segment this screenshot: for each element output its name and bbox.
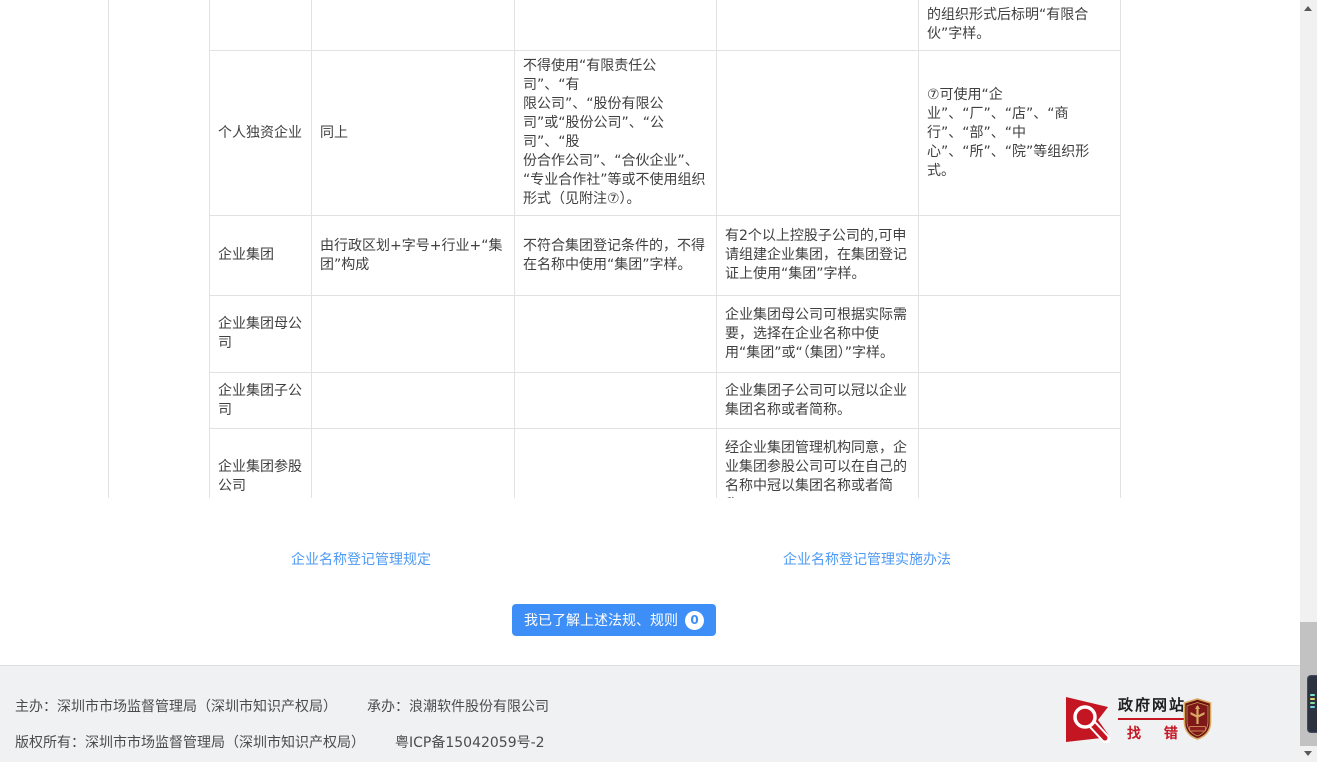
gov-agency-shield-badge-icon[interactable] [1183,698,1212,740]
table-row: 企业集团 由行政区划+字号+行业+“集 团”构成 不符合集团登记条件的，不得 在… [109,216,1121,296]
copyright-label: 版权所有： [15,735,85,751]
table-cell: 不符合集团登记条件的，不得 在名称中使用“集团”字样。 [515,216,717,296]
confirm-understood-button[interactable]: 我已了解上述法规、规则 0 [512,604,716,636]
table-cell [717,51,919,216]
table-cell: 的组织形式后标明“有限合 伙”字样。 [919,0,1121,51]
scrollbar-up-arrow-icon[interactable] [1300,0,1317,17]
page: 的组织形式后标明“有限合 伙”字样。 个人独资企业 同上 不得使用“有限责任公司… [0,0,1317,762]
table-cell [210,0,312,51]
rules-table: 的组织形式后标明“有限合 伙”字样。 个人独资企业 同上 不得使用“有限责任公司… [108,0,1122,498]
table-cell: 经企业集团管理机构同意，企 业集团参股公司可以在自己的 名称中冠以集团名称或者简… [717,429,919,499]
table-cell: 企业集团子公司可以冠以企业 集团名称或者简称。 [717,373,919,429]
table-cell: 个人独资企业 [210,51,312,216]
widget-tick-icon [1310,694,1315,696]
table-cell [515,296,717,373]
organizer-label: 承办： [367,699,409,715]
footer-host-line: 主办：深圳市市场监督管理局（深圳市知识产权局） 承办：浪潮软件股份有限公司 [15,696,549,716]
table-cell-category [109,0,210,498]
table-cell [515,373,717,429]
table-cell [919,296,1121,373]
table-cell [515,0,717,51]
table-cell: 企业集团母公司可根据实际需 要，选择在企业名称中使 用“集团”或“（集团）”字样… [717,296,919,373]
widget-tick-icon [1310,702,1315,704]
error-logo-subtitle: 找 错 [1118,723,1187,743]
error-logo-title: 政府网站 [1118,694,1187,720]
table-row: 的组织形式后标明“有限合 伙”字样。 [109,0,1121,51]
table-cell [919,216,1121,296]
organizer-value: 浪潮软件股份有限公司 [409,699,549,715]
confirm-button-label: 我已了解上述法规、规则 [524,610,678,630]
table-cell: 不得使用“有限责任公司”、“有 限公司”、“股份有限公 司”或“股份公司”、“公… [515,51,717,216]
link-name-registration-implementation[interactable]: 企业名称登记管理实施办法 [783,549,951,569]
vertical-scrollbar[interactable] [1300,0,1317,762]
copyright-value: 深圳市市场监督管理局（深圳市知识产权局） [85,735,365,751]
table-cell [312,373,515,429]
scrollbar-down-arrow-icon[interactable] [1300,745,1317,762]
host-label: 主办： [15,699,57,715]
footer-copyright-line: 版权所有：深圳市市场监督管理局（深圳市知识产权局） 粤ICP备15042059号-… [15,732,545,752]
table-cell: 企业集团 [210,216,312,296]
magnifier-flag-icon [1065,694,1111,743]
host-value: 深圳市市场监督管理局（深圳市知识产权局） [57,699,337,715]
icp-number: 粤ICP备15042059号-2 [395,735,545,751]
table-cell: ⑦可使用“企 业”、“厂”、“店”、“商 行”、“部”、“中 心”、“所”、“院… [919,51,1121,216]
table-cell [312,296,515,373]
table-cell [515,429,717,499]
table-row: 企业集团子公 司 企业集团子公司可以冠以企业 集团名称或者简称。 [109,373,1121,429]
regulation-links: 企业名称登记管理规定 企业名称登记管理实施办法 [108,549,1120,569]
table-row: 企业集团参股 公司 经企业集团管理机构同意，企 业集团参股公司可以在自己的 名称… [109,429,1121,499]
table-cell [717,0,919,51]
table-cell: 企业集团子公 司 [210,373,312,429]
table-cell: 同上 [312,51,515,216]
table-cell: 由行政区划+字号+行业+“集 团”构成 [312,216,515,296]
error-report-logo-text: 政府网站 找 错 [1118,694,1187,743]
table-cell [312,0,515,51]
widget-tick-icon [1310,706,1315,708]
table-cell: 企业集团参股 公司 [210,429,312,499]
countdown-badge: 0 [685,611,704,630]
widget-tick-icon [1310,698,1315,700]
side-panel-handle-widget[interactable] [1307,675,1317,733]
table-cell [919,373,1121,429]
gov-site-error-report-logo[interactable]: 政府网站 找 错 [1065,694,1179,743]
link-name-registration-regulation[interactable]: 企业名称登记管理规定 [291,549,431,569]
table-cell [919,429,1121,499]
table-cell: 企业集团母公 司 [210,296,312,373]
table-row: 企业集团母公 司 企业集团母公司可根据实际需 要，选择在企业名称中使 用“集团”… [109,296,1121,373]
table-cell [312,429,515,499]
table-cell: 有2个以上控股子公司的,可申 请组建企业集团，在集团登记 证上使用“集团”字样。 [717,216,919,296]
table-row: 个人独资企业 同上 不得使用“有限责任公司”、“有 限公司”、“股份有限公 司”… [109,51,1121,216]
